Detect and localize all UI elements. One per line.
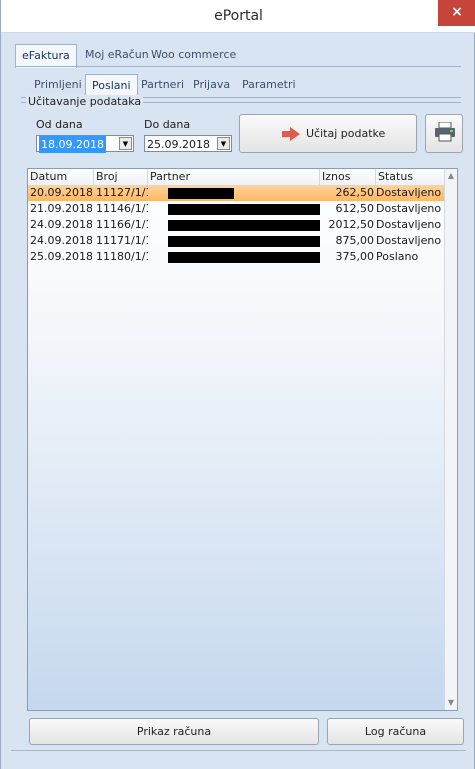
- cell-broj: 11166/1/1: [96, 218, 148, 231]
- close-button[interactable]: ×: [438, 0, 475, 26]
- cell-status: Dostavljeno: [376, 202, 442, 215]
- table-row[interactable]: 20.09.2018 11127/1/1 262,50 Dostavljeno …: [28, 185, 457, 201]
- cell-datum: 25.09.2018: [30, 250, 92, 263]
- cell-status: Dostavljeno: [376, 234, 442, 247]
- col-status[interactable]: Status: [376, 169, 446, 185]
- redacted-partner: [168, 220, 320, 231]
- tab-woo-commerce[interactable]: Woo commerce: [145, 44, 242, 66]
- to-date-picker[interactable]: 25.09.2018 ▼: [144, 135, 232, 152]
- from-date-picker[interactable]: 18.09.2018 ▼: [36, 135, 134, 153]
- list-header: Datum Broj Partner Iznos Status Id: [28, 169, 457, 186]
- tab-partneri[interactable]: Partneri: [135, 74, 190, 96]
- cell-status: Dostavljeno: [376, 186, 442, 199]
- vertical-scrollbar[interactable]: ▲ ▼: [444, 169, 457, 710]
- table-row[interactable]: 21.09.2018 11146/1/1 612,50 Dostavljeno …: [28, 201, 457, 217]
- printer-icon: [435, 122, 455, 142]
- table-row[interactable]: 24.09.2018 11171/1/1 875,00 Dostavljeno …: [28, 233, 457, 249]
- to-date-value: 25.09.2018: [147, 138, 210, 151]
- title-bar: ePortal ×: [1, 0, 475, 33]
- tab-moj-eracun[interactable]: Moj eRačun: [79, 44, 155, 66]
- col-datum[interactable]: Datum: [28, 169, 94, 185]
- to-date-label: Do dana: [144, 118, 191, 131]
- show-invoice-button[interactable]: Prikaz računa: [29, 718, 319, 745]
- cell-status: Dostavljeno: [376, 218, 442, 231]
- cell-datum: 21.09.2018: [30, 202, 92, 215]
- chevron-down-icon[interactable]: ▼: [119, 137, 132, 150]
- cell-datum: 24.09.2018: [30, 234, 92, 247]
- print-button[interactable]: [425, 114, 463, 153]
- top-tabs-divider: [15, 66, 461, 67]
- invoice-list[interactable]: Datum Broj Partner Iznos Status Id 20.09…: [27, 168, 458, 711]
- load-data-label: Učitaj podatke: [306, 127, 386, 140]
- scroll-down-icon[interactable]: ▼: [445, 696, 457, 710]
- cell-broj: 11180/1/1: [96, 250, 148, 263]
- table-row[interactable]: 25.09.2018 11180/1/1 375,00 Poslano a5: [28, 249, 457, 265]
- cell-status: Poslano: [376, 250, 419, 263]
- redacted-partner: [168, 204, 320, 215]
- window-title: ePortal: [214, 8, 263, 24]
- redacted-partner: [168, 252, 320, 263]
- from-date-label: Od dana: [36, 118, 83, 131]
- tab-parametri[interactable]: Parametri: [236, 74, 302, 96]
- load-data-group-title: Učitavanje podataka: [26, 95, 144, 108]
- cell-iznos: 612,50: [335, 202, 375, 215]
- tab-prijava[interactable]: Prijava: [187, 74, 236, 96]
- from-date-value: 18.09.2018: [39, 136, 106, 153]
- load-data-button[interactable]: Učitaj podatke: [239, 114, 417, 153]
- cell-iznos: 875,00: [335, 234, 375, 247]
- tab-primljeni[interactable]: Primljeni: [28, 74, 88, 96]
- table-row[interactable]: 24.09.2018 11166/1/1 2012,50 Dostavljeno…: [28, 217, 457, 233]
- cell-datum: 24.09.2018: [30, 218, 92, 231]
- tab-efaktura[interactable]: eFaktura: [15, 44, 77, 68]
- cell-iznos: 375,00: [335, 250, 375, 263]
- redacted-partner: [168, 188, 234, 199]
- cell-iznos: 262,50: [335, 186, 375, 199]
- redacted-partner: [168, 236, 320, 247]
- cell-datum: 20.09.2018: [30, 186, 92, 199]
- cell-broj: 11127/1/1: [96, 186, 148, 199]
- col-broj[interactable]: Broj: [94, 169, 148, 185]
- log-button[interactable]: Log računa: [327, 718, 464, 745]
- chevron-down-icon[interactable]: ▼: [217, 137, 230, 150]
- col-iznos[interactable]: Iznos: [320, 169, 376, 185]
- eportal-window: ePortal × eFaktura Moj eRačun Woo commer…: [0, 0, 475, 769]
- scroll-up-icon[interactable]: ▲: [445, 169, 457, 183]
- cell-iznos: 2012,50: [328, 218, 375, 231]
- cell-broj: 11171/1/1: [96, 234, 148, 247]
- status-strip: [11, 750, 466, 765]
- arrow-right-icon: [282, 127, 300, 141]
- cell-broj: 11146/1/1: [96, 202, 148, 215]
- col-partner[interactable]: Partner: [148, 169, 320, 185]
